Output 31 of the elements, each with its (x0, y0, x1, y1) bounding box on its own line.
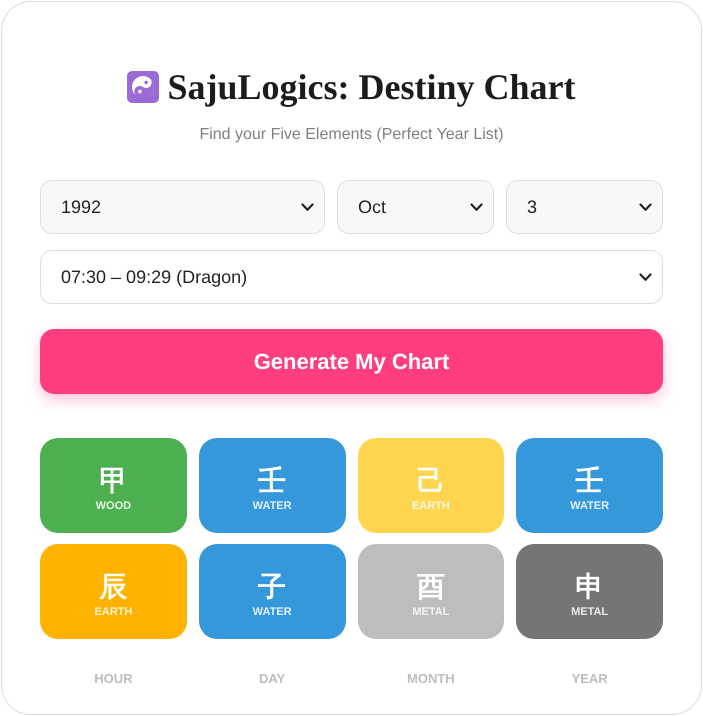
character-text: 壬 (258, 465, 286, 497)
pillar-label: HOUR (93, 670, 134, 688)
element-text: EARTH (94, 605, 132, 619)
element-text: METAL (571, 605, 608, 619)
subtitle: Find your Five Elements (Perfect Year List) (198, 125, 505, 145)
pillar-label: YEAR (570, 670, 609, 688)
yin-yang-icon (127, 71, 160, 103)
month-select[interactable]: Oct (337, 180, 494, 234)
pillar-label: MONTH (406, 670, 456, 688)
chevron-down-icon (301, 202, 314, 212)
day-select[interactable]: 3 (506, 180, 663, 234)
character-text: 申 (576, 571, 604, 603)
pillar-label: DAY (258, 670, 286, 688)
character-text: 酉 (416, 571, 445, 603)
character-text: 壬 (576, 465, 604, 497)
character-text: 子 (258, 571, 286, 603)
element-text: WATER (570, 499, 610, 513)
character-text: 甲 (99, 465, 128, 497)
app-title: SajuLogics: Destiny Chart (167, 66, 576, 109)
element-text: EARTH (412, 499, 450, 513)
chevron-down-icon (639, 272, 652, 282)
element-text: METAL (412, 605, 450, 619)
time-select[interactable]: 07:30 – 09:29 (Dragon) (40, 250, 663, 304)
year-select[interactable]: 1992 (40, 180, 325, 234)
character-text: 己 (416, 465, 445, 497)
chevron-down-icon (639, 202, 652, 212)
element-text: WATER (252, 605, 292, 619)
element-text: WOOD (96, 499, 132, 513)
character-text: 辰 (99, 571, 128, 603)
chevron-down-icon (470, 202, 483, 212)
element-text: WATER (252, 499, 292, 513)
